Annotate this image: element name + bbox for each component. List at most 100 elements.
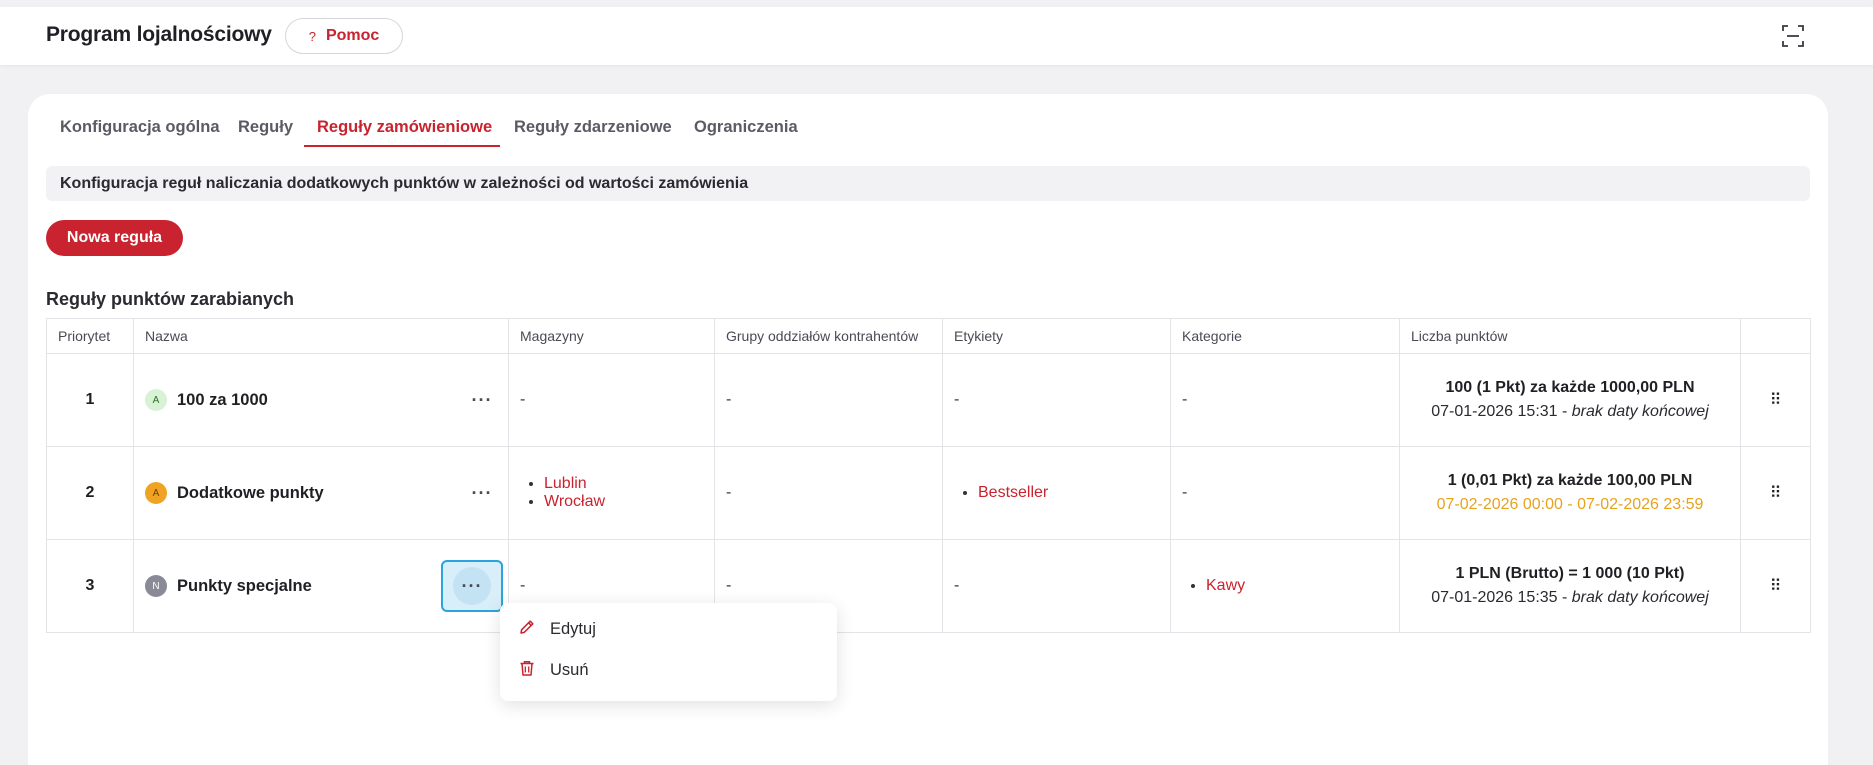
warehouses-cell: Lublin Wrocław [508, 446, 715, 540]
tab-general-config[interactable]: Konfiguracja ogólna [60, 118, 220, 137]
status-avatar: A [145, 389, 167, 411]
date-end: brak daty końcowej [1571, 589, 1709, 606]
column-header-points: Liczba punktów [1399, 318, 1741, 354]
empty-value: - [726, 391, 732, 408]
name-cell: A 100 za 1000 ··· [133, 353, 509, 447]
column-header-name: Nazwa [133, 318, 509, 354]
points-rule: 100 (1 Pkt) za każde 1000,00 PLN [1445, 379, 1695, 396]
section-title: Reguły punktów zarabianych [46, 289, 295, 309]
column-header-categories: Kategorie [1170, 318, 1400, 354]
labels-cell: Bestseller [942, 446, 1171, 540]
points-date: 07-01-2026 15:31 - brak daty końcowej [1411, 403, 1729, 421]
status-avatar: N [145, 575, 167, 597]
help-button[interactable]: ? Pomoc [285, 18, 403, 54]
date-end: brak daty końcowej [1571, 403, 1709, 420]
empty-value: - [520, 391, 526, 408]
table-header-row: Priorytet Nazwa Magazyny Grupy oddziałów… [46, 318, 1811, 354]
date-start: 07-01-2026 15:35 - [1431, 589, 1572, 606]
priority-cell: 1 [46, 353, 134, 447]
pencil-icon [518, 618, 536, 641]
column-header-priority: Priorytet [46, 318, 134, 354]
column-header-labels: Etykiety [942, 318, 1171, 354]
points-date-range: 07-02-2026 00:00 - 07-02-2026 23:59 [1436, 496, 1704, 513]
label-link[interactable]: Bestseller [978, 484, 1048, 501]
row-menu-button[interactable]: ··· [467, 385, 497, 415]
menu-item-delete-label: Usuń [550, 660, 589, 679]
category-link[interactable]: Kawy [1206, 577, 1245, 594]
empty-value: - [726, 577, 732, 594]
points-date: 07-01-2026 15:35 - brak daty końcowej [1411, 589, 1729, 607]
row-menu-button[interactable]: ··· [467, 478, 497, 508]
points-cell: 1 (0,01 Pkt) za każde 100,00 PLN 07-02-2… [1399, 446, 1741, 540]
list-item: Wrocław [544, 493, 703, 511]
menu-item-delete[interactable]: Usuń [518, 655, 589, 685]
drag-cell: ⠿ [1740, 539, 1811, 633]
top-strip [0, 0, 1873, 7]
points-rule: 1 (0,01 Pkt) za każde 100,00 PLN [1447, 472, 1693, 489]
priority-cell: 2 [46, 446, 134, 540]
drag-handle-icon[interactable]: ⠿ [1770, 392, 1782, 409]
points-cell: 100 (1 Pkt) za każde 1000,00 PLN 07-01-2… [1399, 353, 1741, 447]
rule-name: 100 za 1000 [177, 390, 268, 409]
warehouse-link[interactable]: Wrocław [544, 493, 605, 510]
table-row: 1 A 100 za 1000 ··· - - - - 100 (1 Pkt) … [46, 353, 1811, 447]
labels-cell: - [942, 539, 1171, 633]
warehouses-cell: - [508, 353, 715, 447]
date-start: 07-01-2026 15:31 - [1431, 403, 1572, 420]
menu-item-edit-label: Edytuj [550, 619, 596, 638]
column-header-drag [1740, 318, 1811, 354]
labels-cell: - [942, 353, 1171, 447]
question-icon: ? [308, 28, 316, 44]
priority-cell: 3 [46, 539, 134, 633]
list-item: Bestseller [978, 484, 1159, 502]
fullscreen-icon[interactable] [1780, 23, 1806, 49]
warehouse-link[interactable]: Lublin [544, 475, 587, 492]
column-header-groups: Grupy oddziałów kontrahentów [714, 318, 943, 354]
trash-icon [518, 659, 536, 682]
empty-value: - [954, 391, 960, 408]
rule-name: Punkty specjalne [177, 576, 312, 595]
new-rule-button[interactable]: Nowa reguła [46, 220, 183, 256]
groups-cell: - [714, 446, 943, 540]
categories-cell: - [1170, 353, 1400, 447]
empty-value: - [1182, 484, 1188, 501]
name-cell: A Dodatkowe punkty ··· [133, 446, 509, 540]
tab-bar: Konfiguracja ogólna Reguły Reguły zamówi… [28, 94, 1828, 148]
drag-cell: ⠿ [1740, 446, 1811, 540]
groups-cell: - [714, 353, 943, 447]
drag-cell: ⠿ [1740, 353, 1811, 447]
table-row: 3 N Punkty specjalne ··· - - - Kawy [46, 539, 1811, 633]
empty-value: - [726, 484, 732, 501]
list-item: Lublin [544, 475, 703, 493]
tab-rules[interactable]: Reguły [238, 118, 293, 137]
points-cell: 1 PLN (Brutto) = 1 000 (10 Pkt) 07-01-20… [1399, 539, 1741, 633]
active-tab-indicator [304, 145, 500, 147]
drag-handle-icon[interactable]: ⠿ [1770, 485, 1782, 502]
rule-name: Dodatkowe punkty [177, 483, 324, 502]
tab-event-rules[interactable]: Reguły zdarzeniowe [514, 118, 672, 137]
status-avatar: A [145, 482, 167, 504]
list-item: Kawy [1206, 577, 1388, 595]
help-button-label: Pomoc [325, 27, 380, 44]
empty-value: - [520, 577, 526, 594]
rules-table: Priorytet Nazwa Magazyny Grupy oddziałów… [46, 318, 1811, 633]
row-menu-button-focused[interactable]: ··· [441, 560, 503, 612]
categories-cell: - [1170, 446, 1400, 540]
tab-order-rules[interactable]: Reguły zamówieniowe [317, 118, 492, 137]
row-menu-glyph: ··· [453, 567, 491, 605]
menu-item-edit[interactable]: Edytuj [518, 614, 596, 644]
categories-cell: Kawy [1170, 539, 1400, 633]
page-title: Program lojalnościowy [46, 23, 272, 46]
table-row: 2 A Dodatkowe punkty ··· Lublin Wrocław … [46, 446, 1811, 540]
drag-handle-icon[interactable]: ⠿ [1770, 578, 1782, 595]
empty-value: - [1182, 391, 1188, 408]
app-header: Program lojalnościowy ? Pomoc [0, 7, 1873, 65]
column-header-warehouses: Magazyny [508, 318, 715, 354]
main-card: Konfiguracja ogólna Reguły Reguły zamówi… [28, 94, 1828, 765]
empty-value: - [954, 577, 960, 594]
name-cell: N Punkty specjalne ··· [133, 539, 509, 633]
info-bar: Konfiguracja reguł naliczania dodatkowyc… [46, 166, 1810, 201]
tab-limits[interactable]: Ograniczenia [694, 118, 798, 137]
row-context-menu: Edytuj Usuń [500, 603, 837, 701]
points-rule: 1 PLN (Brutto) = 1 000 (10 Pkt) [1455, 565, 1685, 582]
